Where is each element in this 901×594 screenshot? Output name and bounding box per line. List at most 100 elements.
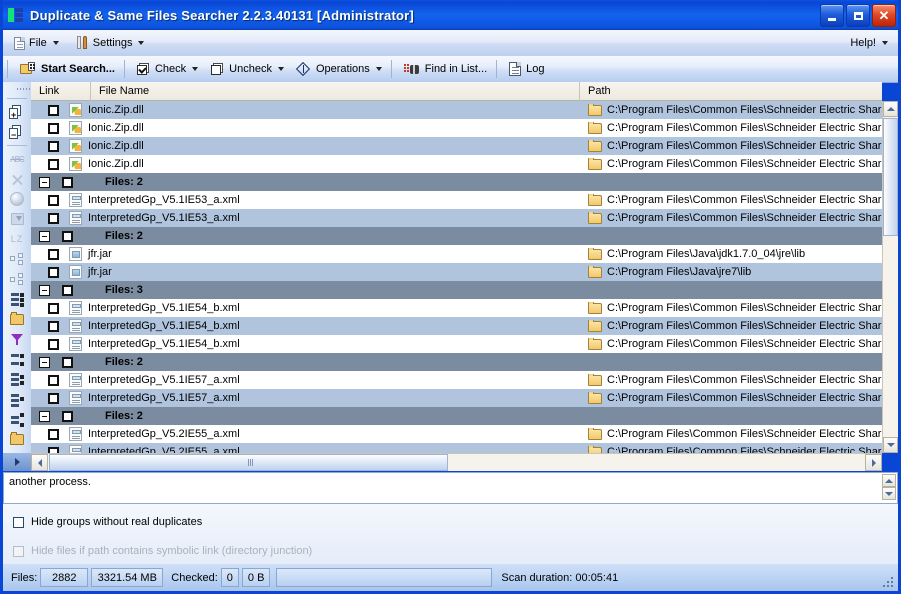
- folder-check-icon[interactable]: [3, 309, 31, 329]
- column-boxes-icon[interactable]: [3, 349, 31, 369]
- status-message-box[interactable]: another process.: [3, 472, 898, 504]
- scroll-up-button[interactable]: [882, 474, 896, 487]
- table-row[interactable]: InterpretedGp_V5.1IE53_a.xml C:\Program F…: [31, 209, 882, 227]
- message-scroll-spinner[interactable]: [882, 474, 896, 502]
- collapse-group-icon[interactable]: [38, 230, 50, 242]
- scroll-right-button[interactable]: [865, 454, 882, 471]
- row-checkbox[interactable]: [48, 320, 59, 332]
- table-row[interactable]: InterpretedGp_V5.1IE57_a.xml C:\Program F…: [31, 371, 882, 389]
- uncheck-button[interactable]: Uncheck: [206, 58, 289, 80]
- table-row[interactable]: InterpretedGp_V5.2IE55_a.xml C:\Program F…: [31, 443, 882, 453]
- table-row[interactable]: Ionic.Zip.dll C:\Program Files\Common Fil…: [31, 137, 882, 155]
- table-row[interactable]: Ionic.Zip.dll C:\Program Files\Common Fil…: [31, 119, 882, 137]
- group-header-row[interactable]: Files: 2: [31, 173, 882, 191]
- row-checkbox[interactable]: [48, 122, 59, 134]
- list-vertical-scrollbar[interactable]: [882, 101, 898, 453]
- column-header-file-name[interactable]: File Name: [91, 81, 580, 101]
- scroll-down-button[interactable]: [882, 487, 896, 500]
- row-checkbox[interactable]: [48, 392, 59, 404]
- table-row[interactable]: Ionic.Zip.dll C:\Program Files\Common Fil…: [31, 101, 882, 119]
- row-checkbox[interactable]: [48, 374, 59, 386]
- minimize-button[interactable]: [820, 4, 844, 27]
- column-header-path[interactable]: Path: [580, 82, 882, 101]
- group-header-row[interactable]: Files: 2: [31, 353, 882, 371]
- lz-icon[interactable]: LZ: [3, 229, 31, 249]
- film-strip-icon[interactable]: [3, 409, 31, 429]
- side-toolbar-collapse-button[interactable]: [3, 453, 31, 471]
- row-checkbox[interactable]: [48, 104, 59, 116]
- duplicate-files-list[interactable]: Ionic.Zip.dll C:\Program Files\Common Fil…: [31, 101, 882, 453]
- log-button[interactable]: Log: [504, 58, 549, 80]
- group-checkbox[interactable]: [62, 410, 73, 422]
- status-files-size: 3321.54 MB: [91, 568, 164, 587]
- table-row[interactable]: InterpretedGp_V5.1IE53_a.xml C:\Program F…: [31, 191, 882, 209]
- group-header-row[interactable]: Files: 3: [31, 281, 882, 299]
- abc-strikethrough-icon[interactable]: ABC: [3, 149, 31, 169]
- row-checkbox[interactable]: [48, 212, 59, 224]
- collapse-group-icon[interactable]: [38, 356, 50, 368]
- operations-button[interactable]: Operations: [292, 58, 387, 80]
- delete-x-icon[interactable]: [3, 169, 31, 189]
- table-rows-icon[interactable]: [3, 389, 31, 409]
- folder-boxes-icon[interactable]: [3, 429, 31, 449]
- link-cell: [31, 338, 65, 350]
- row-checkbox[interactable]: [48, 302, 59, 314]
- table-row[interactable]: InterpretedGp_V5.1IE54_b.xml C:\Program F…: [31, 299, 882, 317]
- grid-rows-icon[interactable]: [3, 369, 31, 389]
- row-checkbox[interactable]: [48, 194, 59, 206]
- resize-grip-icon[interactable]: [883, 577, 895, 589]
- option-hide-groups-without-real-duplicates[interactable]: Hide groups without real duplicates: [13, 511, 898, 533]
- expand-all-icon[interactable]: +: [3, 102, 31, 122]
- collapse-group-icon[interactable]: [38, 410, 50, 422]
- table-row[interactable]: jfr.jar C:\Program Files\Java\jdk1.7.0_04…: [31, 245, 882, 263]
- row-checkbox[interactable]: [48, 428, 59, 440]
- chevron-down-icon[interactable]: [277, 67, 284, 71]
- find-in-list-button[interactable]: Find in List...: [399, 58, 492, 80]
- column-header-link[interactable]: Link: [31, 81, 91, 101]
- list-horizontal-scrollbar[interactable]: [31, 453, 882, 471]
- collapse-all-icon[interactable]: −: [3, 122, 31, 142]
- maximize-button[interactable]: [846, 4, 870, 27]
- table-row[interactable]: jfr.jar C:\Program Files\Java\jre7\lib: [31, 263, 882, 281]
- table-row[interactable]: InterpretedGp_V5.1IE54_b.xml C:\Program F…: [31, 317, 882, 335]
- scroll-left-button[interactable]: [31, 454, 48, 471]
- group-checkbox[interactable]: [62, 356, 73, 368]
- table-row[interactable]: InterpretedGp_V5.2IE55_a.xml C:\Program F…: [31, 425, 882, 443]
- collapse-group-icon[interactable]: [38, 176, 50, 188]
- close-button[interactable]: ✕: [872, 4, 896, 27]
- grip-handle[interactable]: [3, 82, 31, 95]
- hide-groups-checkbox[interactable]: [13, 516, 24, 528]
- row-checkbox[interactable]: [48, 338, 59, 350]
- start-search-button[interactable]: Start Search...: [15, 58, 120, 80]
- table-row[interactable]: InterpretedGp_V5.1IE54_b.xml C:\Program F…: [31, 335, 882, 353]
- group-checkbox[interactable]: [62, 176, 73, 188]
- row-checkbox[interactable]: [48, 248, 59, 260]
- group-checkbox[interactable]: [62, 230, 73, 242]
- menu-item-file[interactable]: File: [8, 33, 65, 53]
- filter-funnel-icon[interactable]: [3, 329, 31, 349]
- sphere-icon[interactable]: [3, 189, 31, 209]
- group-header-row[interactable]: Files: 2: [31, 227, 882, 245]
- horizontal-scroll-thumb[interactable]: [49, 454, 448, 471]
- menu-item-settings[interactable]: Settings: [70, 33, 151, 53]
- chevron-down-icon[interactable]: [375, 67, 382, 71]
- vertical-scroll-thumb[interactable]: [883, 118, 898, 236]
- menu-item-help[interactable]: Help!: [846, 33, 892, 53]
- collapse-group-icon[interactable]: [38, 284, 50, 296]
- row-checkbox[interactable]: [48, 158, 59, 170]
- scroll-up-button[interactable]: [883, 101, 898, 117]
- chevron-down-icon[interactable]: [192, 67, 199, 71]
- row-checkbox[interactable]: [48, 140, 59, 152]
- group-checkbox[interactable]: [62, 284, 73, 296]
- row-checkbox[interactable]: [48, 266, 59, 278]
- select-rows-icon[interactable]: [3, 289, 31, 309]
- table-row[interactable]: Ionic.Zip.dll C:\Program Files\Common Fil…: [31, 155, 882, 173]
- table-row[interactable]: InterpretedGp_V5.1IE57_a.xml C:\Program F…: [31, 389, 882, 407]
- scroll-down-button[interactable]: [883, 437, 898, 453]
- cut-boxes-icon[interactable]: [3, 269, 31, 289]
- maximize-icon: [853, 11, 863, 20]
- move-down-icon[interactable]: [3, 209, 31, 229]
- check-button[interactable]: Check: [132, 58, 203, 80]
- link-boxes-icon[interactable]: [3, 249, 31, 269]
- group-header-row[interactable]: Files: 2: [31, 407, 882, 425]
